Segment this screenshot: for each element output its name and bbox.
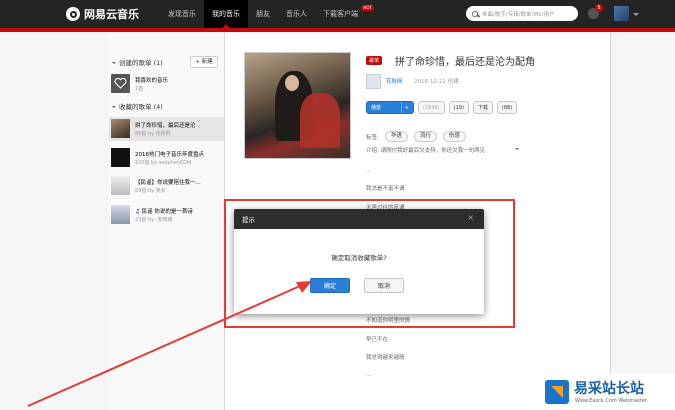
intro-line: ... (366, 372, 372, 378)
search-placeholder: 单曲/歌手/专辑/歌单/MV/用户 (482, 11, 555, 18)
intro-line: ... (366, 168, 372, 174)
play-label: 播放 (371, 105, 382, 111)
comment-button[interactable]: (88) (496, 101, 518, 114)
list-item-sub: 100首 by welphenEDM (135, 160, 192, 166)
hot-badge: HOT (361, 5, 374, 11)
nav-discover[interactable]: 发现音乐 (160, 0, 204, 28)
playlist-cover (111, 119, 130, 138)
watermark-url: Www.Easck.Com Webmaster (575, 398, 647, 404)
watermark-text: 易采站长站 (574, 381, 644, 397)
dialog-message: 确定取消收藏歌单? (331, 254, 387, 262)
list-item-title: 【民谣】你说要陪住我一... (135, 180, 201, 186)
search-icon (472, 10, 478, 17)
app-name: 网易云音乐 (84, 8, 139, 21)
list-item-title: 我喜欢的音乐 (135, 78, 169, 84)
confirm-dialog: 提示 × 确定取消收藏歌单? 确定 取消 (234, 209, 484, 314)
sidebar-item-playlist[interactable]: ♫ 民谣 你说的是一首诗 23首 by -安晓南 (109, 203, 224, 227)
new-playlist-button[interactable]: + 新建 (190, 56, 218, 68)
collect-button[interactable]: (2836) (418, 101, 445, 114)
list-item-title: 2016热门电子音乐年度盘点 (135, 152, 204, 158)
created-date: 2016-12-21 创建 (414, 79, 459, 85)
playlist-intro: 介绍: 请刚付我好最后欠支持，你还欠我一句两见 (366, 148, 486, 154)
intro-line: 我总是不富不谓 (366, 186, 405, 192)
playlist-cover-image (244, 52, 351, 159)
sidebar-item-playlist[interactable]: 2016热门电子音乐年度盘点 100首 by welphenEDM (109, 146, 224, 170)
list-item-sub: 66首 by 花秋网 (135, 131, 171, 137)
main-nav: 发现音乐 我的音乐 朋友 音乐人 下载客户端 HOT (160, 0, 374, 28)
chevron-down-icon[interactable] (633, 13, 639, 19)
playlist-cover (111, 176, 130, 195)
playlist-title: 拼了命珍惜，最后还是沦为配角 (395, 57, 535, 68)
notification-badge: 5 (595, 4, 603, 12)
tag-pill[interactable]: 流行 (413, 131, 437, 142)
list-item-sub: 1首 (135, 86, 144, 92)
list-item-title: 拼了命珍惜，最后还是沦 (135, 123, 196, 129)
playlist-tag-badge: 歌单 (366, 56, 383, 65)
heart-icon (114, 77, 127, 89)
dialog-title: 提示 (242, 216, 255, 224)
download-button[interactable]: 下载 (472, 101, 493, 114)
tag-row: 标签: 华语 流行 伤感 (366, 131, 466, 142)
list-item-sub: 69首 by 我女 (135, 188, 166, 194)
search-input[interactable]: 单曲/歌手/专辑/歌单/MV/用户 (466, 6, 578, 21)
tags-label: 标签: (366, 134, 379, 141)
collapse-arrow-icon (112, 61, 116, 66)
nav-friends[interactable]: 朋友 (248, 0, 278, 28)
netease-music-icon (66, 7, 80, 21)
intro-line: 早已不在 (366, 337, 389, 343)
nav-musicians[interactable]: 音乐人 (278, 0, 315, 28)
action-buttons: 播放 + (2836) (19) 下载 (88) (366, 101, 518, 114)
close-icon[interactable]: × (467, 213, 474, 222)
accent-line (0, 28, 675, 32)
tag-pill[interactable]: 华语 (384, 131, 408, 142)
expand-intro-icon[interactable] (515, 148, 519, 152)
liked-cover (111, 74, 130, 93)
app-logo[interactable]: 网易云音乐 (66, 6, 139, 22)
nav-download-client[interactable]: 下载客户端 HOT (315, 0, 374, 28)
sidebar-item-playlist[interactable]: 【民谣】你说要陪住我一... 69首 by 我女 (109, 174, 224, 198)
created-playlists-header[interactable]: 创建的歌单 (1) (112, 57, 163, 67)
nav-download-label: 下载客户端 (323, 10, 358, 18)
share-button[interactable]: (19) (448, 101, 469, 114)
nav-my-music[interactable]: 我的音乐 (204, 0, 248, 28)
collected-playlists-header[interactable]: 收藏的歌单 (4) (112, 101, 163, 111)
cancel-button[interactable]: 取消 (364, 278, 404, 293)
creator-avatar[interactable] (366, 74, 381, 89)
list-item-sub: 23首 by -安晓南 (135, 217, 173, 223)
confirm-button[interactable]: 确定 (310, 278, 350, 293)
user-avatar[interactable] (614, 6, 629, 21)
dialog-header[interactable] (234, 209, 484, 229)
add-to-queue-button[interactable]: + (400, 102, 409, 113)
intro-line: 我总得越来越晴 (366, 355, 405, 361)
collected-header-label: 收藏的歌单 (4) (119, 103, 163, 111)
playlist-cover (111, 148, 130, 167)
list-item-title: ♫ 民谣 你说的是一首诗 (135, 209, 193, 215)
sidebar-item-liked[interactable]: 我喜欢的音乐 1首 (109, 72, 224, 96)
watermark-logo-icon (545, 380, 569, 404)
play-button[interactable]: 播放 + (366, 101, 414, 114)
playlist-cover (111, 205, 130, 224)
creator-link[interactable]: 花秋网 (386, 77, 403, 85)
collapse-arrow-icon (112, 105, 116, 110)
tag-pill[interactable]: 伤感 (442, 131, 466, 142)
created-header-label: 创建的歌单 (1) (119, 59, 163, 67)
sidebar-item-playlist[interactable]: 拼了命珍惜，最后还是沦 66首 by 花秋网 (109, 117, 224, 141)
